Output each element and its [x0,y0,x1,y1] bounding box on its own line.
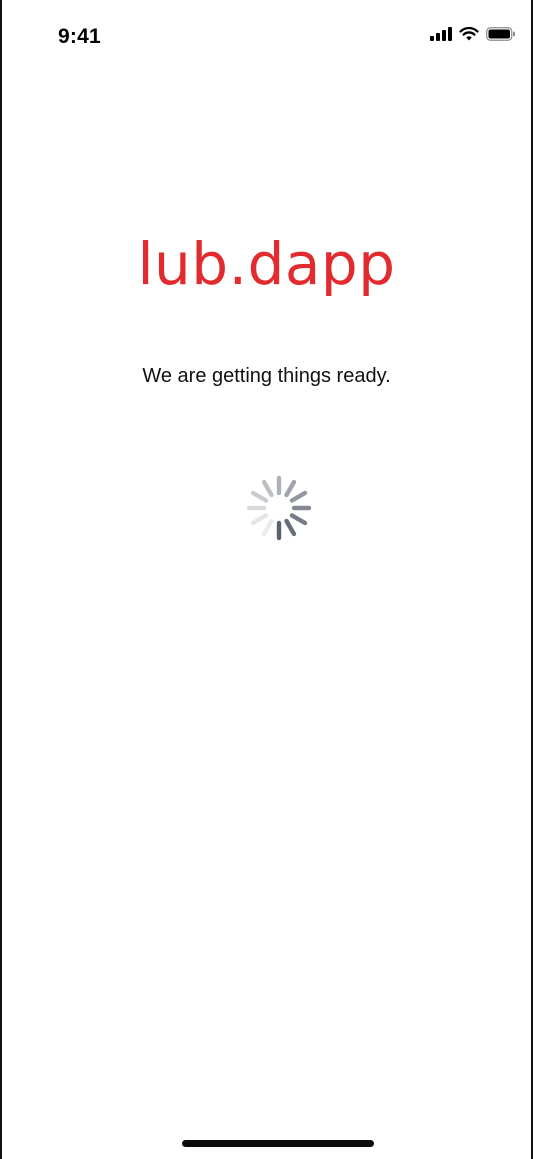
status-bar: 9:41 [2,0,531,60]
splash-screen: 9:41 lub.dapp We are getting things read… [0,0,533,1159]
loading-spinner-icon [246,475,312,541]
app-logo: lub.dapp [137,230,396,298]
spinner-spoke [261,479,274,498]
spinner-spoke [289,490,308,503]
loading-message: We are getting things ready. [142,365,391,387]
cellular-signal-icon [430,26,452,41]
home-indicator[interactable] [182,1140,374,1147]
spinner-spoke [289,513,308,526]
battery-icon [486,26,515,41]
status-icons [430,26,516,41]
wifi-icon [459,26,479,41]
spinner-spoke [284,518,297,537]
spinner-spoke [261,518,274,537]
spinner-spoke [250,513,269,526]
spinner-spoke [250,490,269,503]
spinner-spoke [284,479,297,498]
status-time: 9:41 [58,25,101,48]
